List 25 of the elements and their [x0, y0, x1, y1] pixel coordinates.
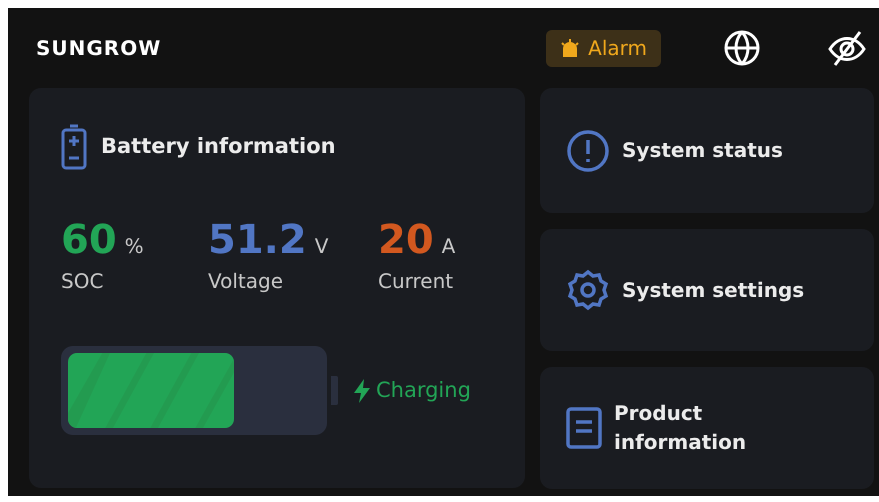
exclamation-circle-icon — [566, 128, 610, 172]
alarm-button[interactable]: Alarm — [546, 30, 661, 66]
stat-value: 60 — [61, 216, 117, 264]
eye-slash-icon[interactable] — [827, 28, 867, 68]
card-title: Battery information — [101, 133, 336, 160]
battery-terminal — [331, 376, 338, 405]
menu-card[interactable]: System status — [540, 88, 874, 213]
menu-card[interactable]: Product information — [540, 367, 874, 489]
stat-unit: % — [124, 233, 144, 260]
stat-value: 51.2 — [208, 216, 307, 264]
stat-unit: V — [314, 233, 328, 260]
menu-card[interactable]: System settings — [540, 229, 874, 351]
alarm-light-icon — [560, 38, 580, 58]
stat-unit: A — [442, 233, 456, 260]
globe-icon[interactable] — [723, 29, 761, 67]
document-icon — [566, 407, 602, 449]
charging-status: Charging — [376, 376, 471, 404]
stat-value: 20 — [378, 216, 434, 264]
stat-label: SOC — [61, 268, 104, 295]
settings-icon — [566, 268, 610, 312]
battery-icon — [61, 124, 87, 170]
stat-label: Current — [378, 268, 454, 295]
lightning-icon — [352, 378, 372, 402]
stat-label: Voltage — [208, 268, 284, 295]
logo: SUNGROW — [36, 35, 162, 62]
